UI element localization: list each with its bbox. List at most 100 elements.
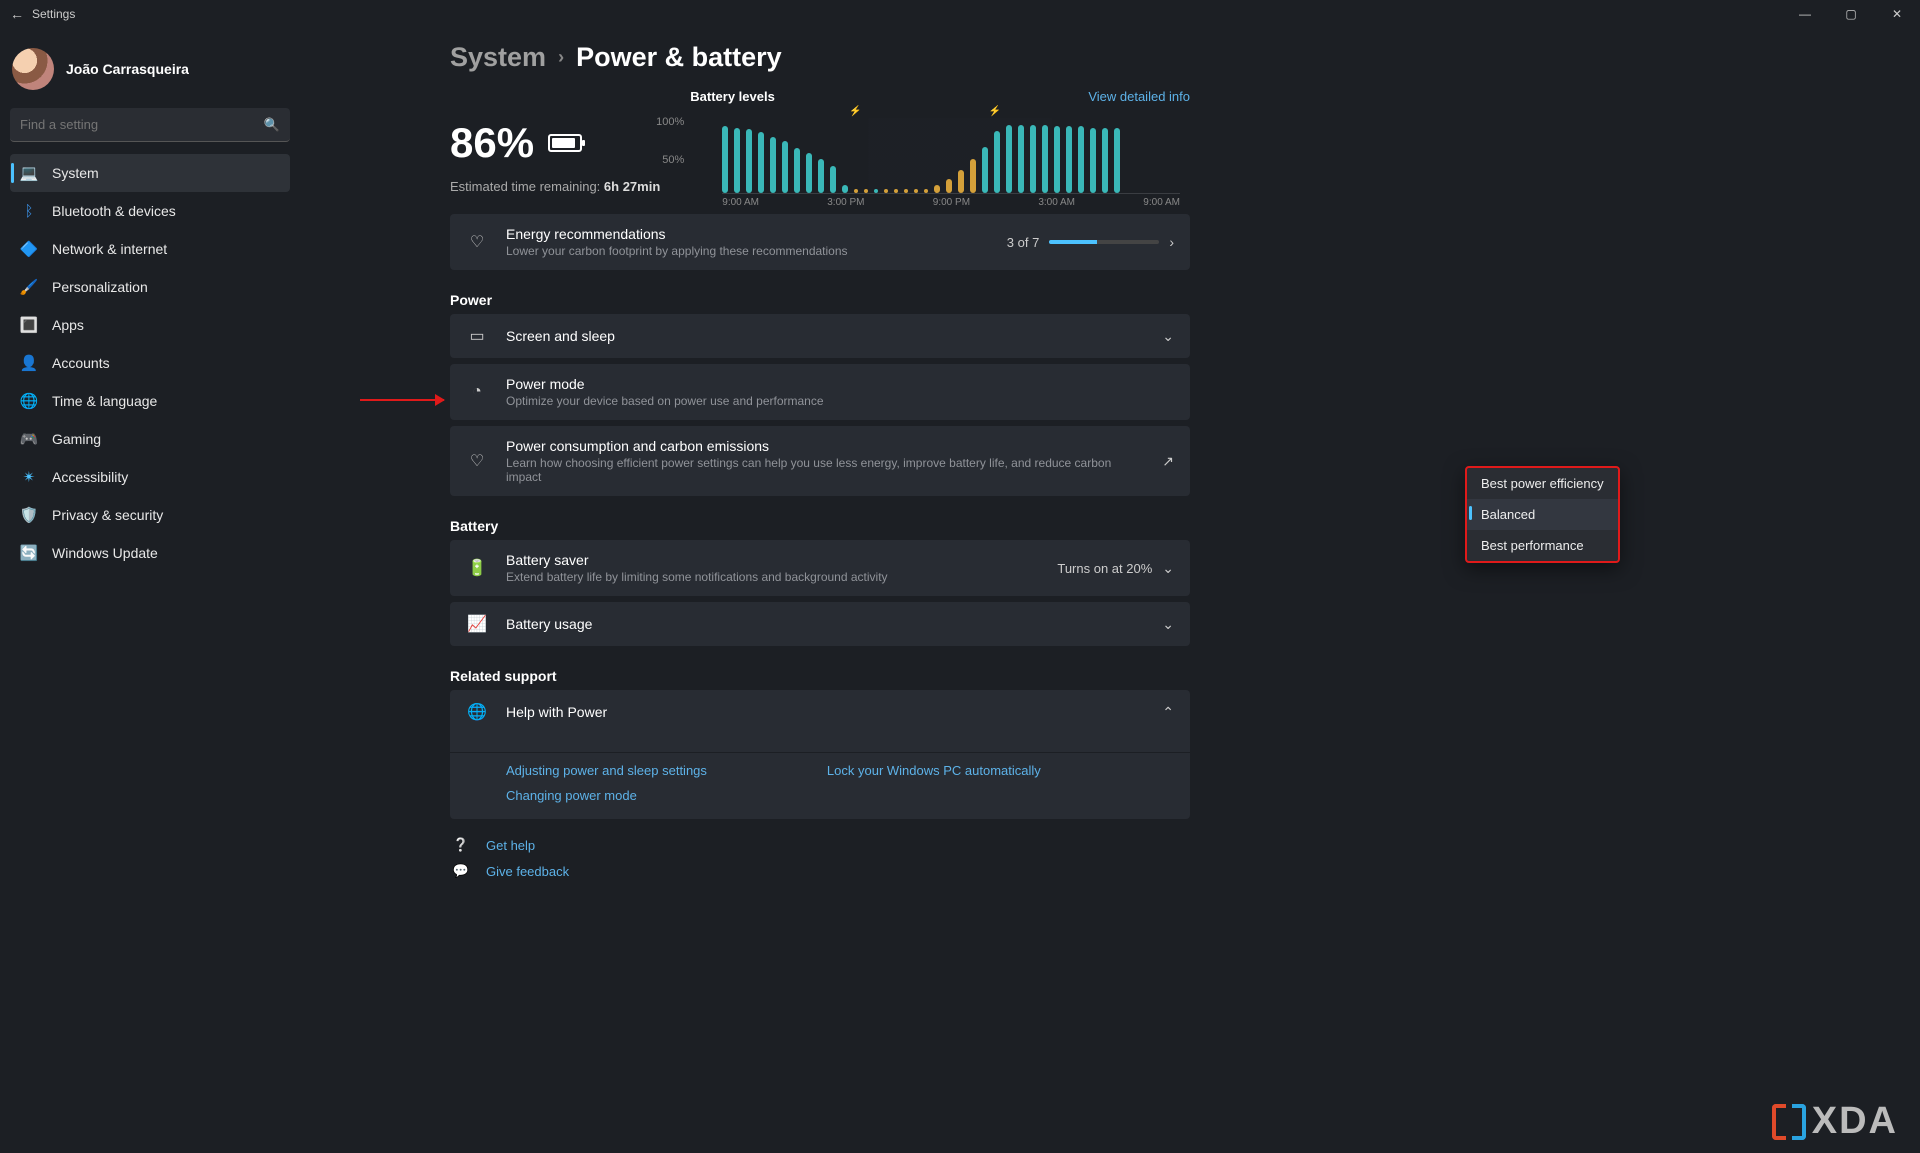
ytick-50: 50% [662,154,684,166]
nav-item-windows-update[interactable]: 🔄Windows Update [10,534,290,572]
chart-bar [1030,125,1036,193]
leaf-icon: ♡ [466,232,488,252]
card-subtitle: Optimize your device based on power use … [506,394,1174,408]
section-related-support: Related support [450,668,1190,684]
chart-bar [782,141,788,193]
search-icon: 🔍 [264,117,280,133]
window-controls: — ▢ ✕ [1782,0,1920,28]
avatar [12,48,54,90]
card-screen-and-sleep[interactable]: ▭ Screen and sleep ⌄ [450,314,1190,358]
annotation-arrow [360,399,444,401]
battery-percent-value: 86% [450,119,534,167]
search-box[interactable]: 🔍 [10,108,290,142]
chart-bar [994,131,1000,193]
nav-item-privacy-security[interactable]: 🛡️ Privacy & security [10,496,290,534]
card-power-consumption[interactable]: ♡ Power consumption and carbon emissions… [450,426,1190,496]
charging-icon: ⚡ [849,106,861,117]
charging-icon: ⚡ [989,106,1001,117]
nav-label: Privacy & security [52,507,163,523]
chart-bar [914,189,918,193]
battery-icon [548,134,582,152]
chart-bar [1102,128,1108,193]
user-profile[interactable]: João Carrasqueira [12,48,290,90]
close-button[interactable]: ✕ [1874,0,1920,28]
chart-bar [854,189,858,193]
chart-bar [722,126,728,193]
xda-watermark: XDA [1772,1100,1898,1143]
battery-chart: Battery levels View detailed info 100% 5… [690,89,1190,208]
help-link-adjust[interactable]: Adjusting power and sleep settings [506,763,707,778]
nav-label: Accounts [52,355,110,371]
maximize-button[interactable]: ▢ [1828,0,1874,28]
dropdown-item-best-power-efficiency[interactable]: Best power efficiency [1467,468,1618,499]
chart-bar [982,147,988,193]
chart-xtick: 9:00 PM [933,197,970,208]
card-battery-usage[interactable]: 📈 Battery usage ⌄ [450,602,1190,646]
chart-bar [806,153,812,193]
card-energy-recommendations[interactable]: ♡ Energy recommendations Lower your carb… [450,214,1190,270]
nav-item-accessibility[interactable]: ✴Accessibility [10,458,290,496]
minimize-button[interactable]: — [1782,0,1828,28]
main-content: System › Power & battery 86% Estimated t… [300,28,1920,1153]
chart-bar [1042,125,1048,193]
chart-xtick: 3:00 AM [1038,197,1075,208]
nav-label: Bluetooth & devices [52,203,176,219]
section-power: Power [450,292,1190,308]
chart-bar [934,185,940,193]
nav-icon: 🖌️ [20,278,38,296]
chart-bar [758,132,764,193]
nav-item-accounts[interactable]: 👤Accounts [10,344,290,382]
back-button[interactable]: ← [10,6,24,22]
chart-bar [818,159,824,193]
nav-item-gaming[interactable]: 🎮Gaming [10,420,290,458]
card-title: Energy recommendations [506,226,989,242]
help-link-lock[interactable]: Lock your Windows PC automatically [827,763,1041,778]
card-battery-saver[interactable]: 🔋 Battery saver Extend battery life by l… [450,540,1190,596]
energy-count: 3 of 7 [1007,235,1040,250]
card-title: Battery usage [506,616,1144,632]
card-power-mode[interactable]: ◔ Power mode Optimize your device based … [450,364,1190,420]
search-input[interactable] [20,117,264,132]
chart-bar [904,189,908,193]
dropdown-item-balanced[interactable]: Balanced [1467,499,1618,530]
breadcrumb: System › Power & battery [450,42,1190,73]
sidebar: João Carrasqueira 🔍 💻SystemᛒBluetooth & … [0,28,300,1153]
gauge-icon: ◔ [466,383,488,401]
card-help-header[interactable]: 🌐 Help with Power ⌃ [450,690,1190,734]
nav-label: Network & internet [52,241,167,257]
section-battery: Battery [450,518,1190,534]
card-title: Help with Power [506,704,1144,720]
give-feedback-link[interactable]: 💬 Give feedback [450,863,1190,879]
help-link-change[interactable]: Changing power mode [506,788,707,803]
usage-icon: 📈 [466,614,488,634]
battery-saver-threshold: Turns on at 20% [1057,561,1152,576]
chart-bar [958,170,964,193]
help-icon: ❔ [450,837,472,853]
chart-bar [1054,126,1060,193]
chart-bar [1006,125,1012,193]
app-title: Settings [32,7,75,21]
chart-bar [884,189,888,193]
get-help-link[interactable]: ❔ Get help [450,837,1190,853]
chevron-down-icon: ⌄ [1162,560,1174,577]
card-subtitle: Learn how choosing efficient power setti… [506,456,1144,484]
nav-icon: 🛡️ [20,506,38,524]
chart-title: Battery levels [690,89,775,104]
nav-item-network-internet[interactable]: 🔷Network & internet [10,230,290,268]
card-subtitle: Lower your carbon footprint by applying … [506,244,989,258]
power-mode-dropdown[interactable]: Best power efficiencyBalancedBest perfor… [1465,466,1620,563]
card-subtitle: Extend battery life by limiting some not… [506,570,1039,584]
chart-bar [830,166,836,193]
card-help-with-power: 🌐 Help with Power ⌃ Adjusting power and … [450,690,1190,819]
chart-bar [1078,126,1084,193]
nav-label: Windows Update [52,545,158,561]
nav-item-time-language[interactable]: 🌐Time & language [10,382,290,420]
nav-item-apps[interactable]: 🔳Apps [10,306,290,344]
nav-item-personalization[interactable]: 🖌️Personalization [10,268,290,306]
breadcrumb-root[interactable]: System [450,42,546,73]
view-detailed-link[interactable]: View detailed info [1088,89,1190,104]
nav-item-system[interactable]: 💻System [10,154,290,192]
feedback-icon: 💬 [450,863,472,879]
nav-item-bluetooth-devices[interactable]: ᛒBluetooth & devices [10,192,290,230]
dropdown-item-best-performance[interactable]: Best performance [1467,530,1618,561]
